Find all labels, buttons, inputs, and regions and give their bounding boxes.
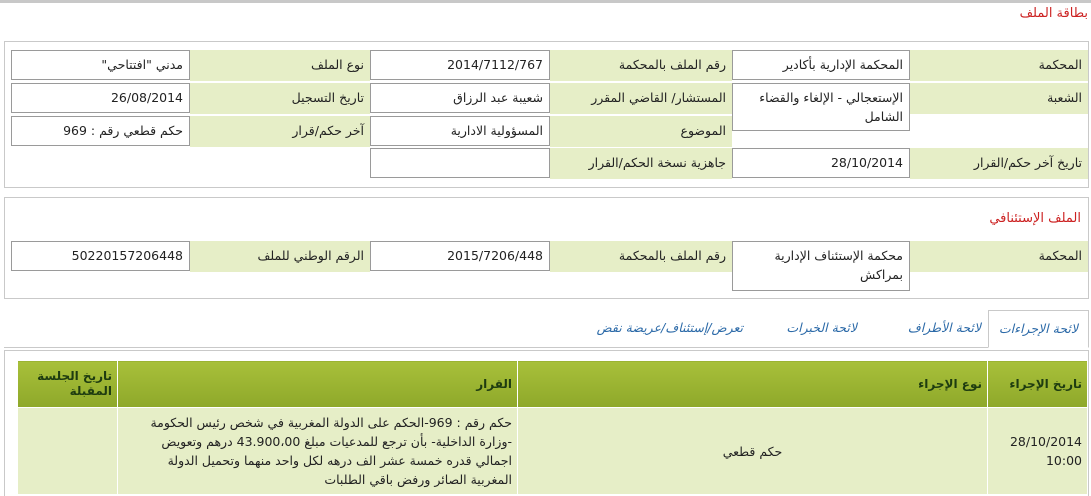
appeal-court-file-no-label: رقم الملف بالمحكمة: [550, 241, 732, 272]
file-type-label: نوع الملف: [190, 50, 370, 81]
tab-procedures[interactable]: لائحة الإجراءات: [987, 310, 1089, 348]
section-value: الإستعجالي - الإلغاء والقضاء الشامل: [732, 83, 910, 131]
appeal-court-file-no-value: 2015/7206/448: [370, 241, 550, 271]
judge-label: المستشار/ القاضي المقرر: [550, 83, 732, 114]
last-ruling-label: آخر حكم/قرار: [190, 116, 370, 147]
copy-ready-value: [370, 148, 550, 178]
row-decision: حكم رقم : 969-الحكم على الدولة المغربية …: [117, 407, 518, 495]
header-decision[interactable]: القرار: [117, 360, 518, 408]
page-title: بطاقة الملف: [1019, 6, 1088, 21]
last-ruling-date-value: 28/10/2014: [732, 148, 910, 178]
procedures-table: تاريخ الإجراء نوع الإجراء القرار تاريخ ا…: [17, 360, 1088, 495]
appeal-card-panel: الملف الإستئنافي المحكمة محكمة الإستئناف…: [4, 197, 1089, 299]
court-label: المحكمة: [910, 50, 1088, 81]
registration-date-value: 26/08/2014: [11, 83, 190, 113]
top-border: [0, 0, 1091, 3]
procedures-panel: تاريخ الإجراء نوع الإجراء القرار تاريخ ا…: [4, 350, 1089, 496]
judge-value: شعيبة عبد الرزاق: [370, 83, 550, 113]
row-date: 28/10/2014 10:00: [987, 407, 1088, 495]
national-no-label: الرقم الوطني للملف: [190, 241, 370, 272]
appeal-court-value: محكمة الإستئناف الإدارية بمراكش: [732, 241, 910, 291]
national-no-value: 50220157206448: [11, 241, 190, 271]
last-ruling-value: حكم قطعي رقم : 969: [11, 116, 190, 146]
header-next-session[interactable]: تاريخ الجلسة المقبلة: [17, 360, 118, 408]
tabs-divider: [4, 347, 1089, 348]
copy-ready-label: جاهزية نسخة الحكم/القرار: [550, 148, 732, 179]
tab-expertise[interactable]: لائحة الخبرات: [776, 310, 867, 347]
subject-value: المسؤولية الادارية: [370, 116, 550, 146]
table-row: 28/10/2014 10:00 حكم قطعي حكم رقم : 969-…: [17, 407, 1088, 495]
table-header-row: تاريخ الإجراء نوع الإجراء القرار تاريخ ا…: [17, 360, 1088, 408]
subject-label: الموضوع: [550, 116, 732, 147]
tab-parties[interactable]: لائحة الأطراف: [898, 310, 991, 347]
file-type-value: مدني "افتتاحي": [11, 50, 190, 80]
last-ruling-date-label: تاريخ آخر حكم/القرار: [910, 148, 1088, 179]
header-date[interactable]: تاريخ الإجراء: [987, 360, 1088, 408]
appeal-court-label: المحكمة: [910, 241, 1088, 272]
court-file-no-label: رقم الملف بالمحكمة: [550, 50, 732, 81]
tab-appeals[interactable]: تعرض/إستئناف/عريضة نقض: [587, 310, 753, 347]
header-type[interactable]: نوع الإجراء: [517, 360, 988, 408]
section-label: الشعبة: [910, 83, 1088, 114]
court-file-no-value: 2014/7112/767: [370, 50, 550, 80]
row-next-session: [17, 407, 118, 495]
appeal-card-title: الملف الإستئنافي: [989, 211, 1081, 226]
registration-date-label: تاريخ التسجيل: [190, 83, 370, 114]
court-value: المحكمة الإدارية بأكادير: [732, 50, 910, 80]
row-type: حكم قطعي: [517, 407, 988, 495]
file-card-panel: المحكمة المحكمة الإدارية بأكادير رقم الم…: [4, 41, 1089, 188]
